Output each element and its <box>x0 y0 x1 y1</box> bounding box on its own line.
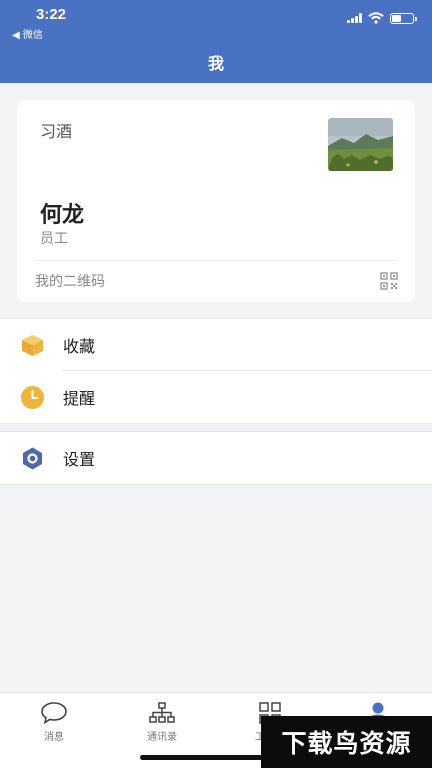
reminders-label: 提醒 <box>63 389 96 408</box>
my-qr-code-row[interactable]: 我的二维码 <box>35 260 398 302</box>
favorites-label: 收藏 <box>63 337 96 356</box>
watermark-logo: 下载鸟资源 <box>261 716 432 768</box>
menu-item-favorites[interactable]: 收藏 <box>0 319 432 371</box>
tab-label-contacts: 通讯录 <box>147 732 177 743</box>
settings-hexagon-icon <box>20 446 45 471</box>
signal-icon <box>347 13 362 23</box>
page-title: 我 <box>207 54 224 73</box>
user-name: 何龙 <box>40 203 85 228</box>
company-name: 习酒 <box>40 122 73 141</box>
clock-icon <box>20 385 45 410</box>
user-role: 员工 <box>40 231 68 247</box>
qr-code-icon <box>380 272 398 290</box>
wifi-icon <box>368 12 384 24</box>
profile-card: 习酒 何龙 员工 我的二维码 <box>17 100 415 302</box>
tab-messages[interactable]: 消息 <box>0 693 108 768</box>
menu-item-settings[interactable]: 设置 <box>0 432 432 484</box>
tab-label-messages: 消息 <box>44 732 64 743</box>
menu-item-reminders[interactable]: 提醒 <box>0 371 432 423</box>
chat-bubble-icon <box>41 702 67 725</box>
battery-icon <box>390 12 417 24</box>
menu-group-primary: 收藏 提醒 <box>0 318 432 424</box>
company-photo[interactable] <box>328 118 393 171</box>
org-chart-icon <box>149 702 175 723</box>
menu-group-settings: 设置 <box>0 431 432 485</box>
qr-code-label: 我的二维码 <box>35 274 105 290</box>
settings-label: 设置 <box>63 450 96 469</box>
back-to-wechat-link[interactable]: ◀ 微信 <box>12 26 43 41</box>
top-header: 3:22 ◀ 微信 我 <box>0 0 432 83</box>
status-time: 3:22 <box>36 6 67 23</box>
status-icons <box>347 12 417 24</box>
box-icon <box>20 333 45 358</box>
